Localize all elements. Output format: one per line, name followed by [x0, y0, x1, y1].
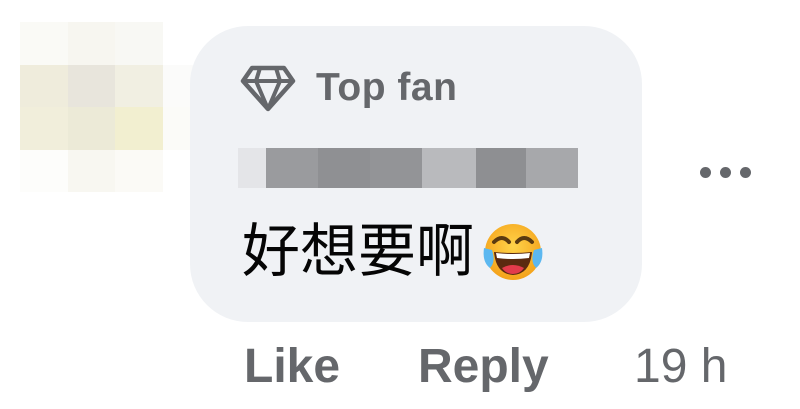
more-options-icon — [699, 166, 711, 178]
top-fan-badge[interactable]: Top fan — [240, 64, 457, 112]
more-options-icon — [739, 166, 751, 178]
comment-text: 好想要啊 — [242, 217, 475, 285]
more-options-icon — [719, 166, 731, 178]
comment-bubble: Top fan 好想要啊 — [190, 26, 642, 322]
like-button[interactable]: Like — [244, 336, 340, 398]
reply-button[interactable]: Reply — [418, 336, 549, 398]
diamond-icon — [240, 64, 296, 112]
comment-text-row: 好想要啊 — [242, 216, 546, 286]
badge-label: Top fan — [316, 66, 458, 109]
author-name[interactable] — [238, 148, 578, 188]
more-options-button[interactable] — [690, 150, 760, 194]
avatar[interactable] — [20, 22, 210, 192]
laughing-emoji-icon — [474, 218, 546, 284]
timestamp[interactable]: 19 h — [634, 336, 727, 398]
